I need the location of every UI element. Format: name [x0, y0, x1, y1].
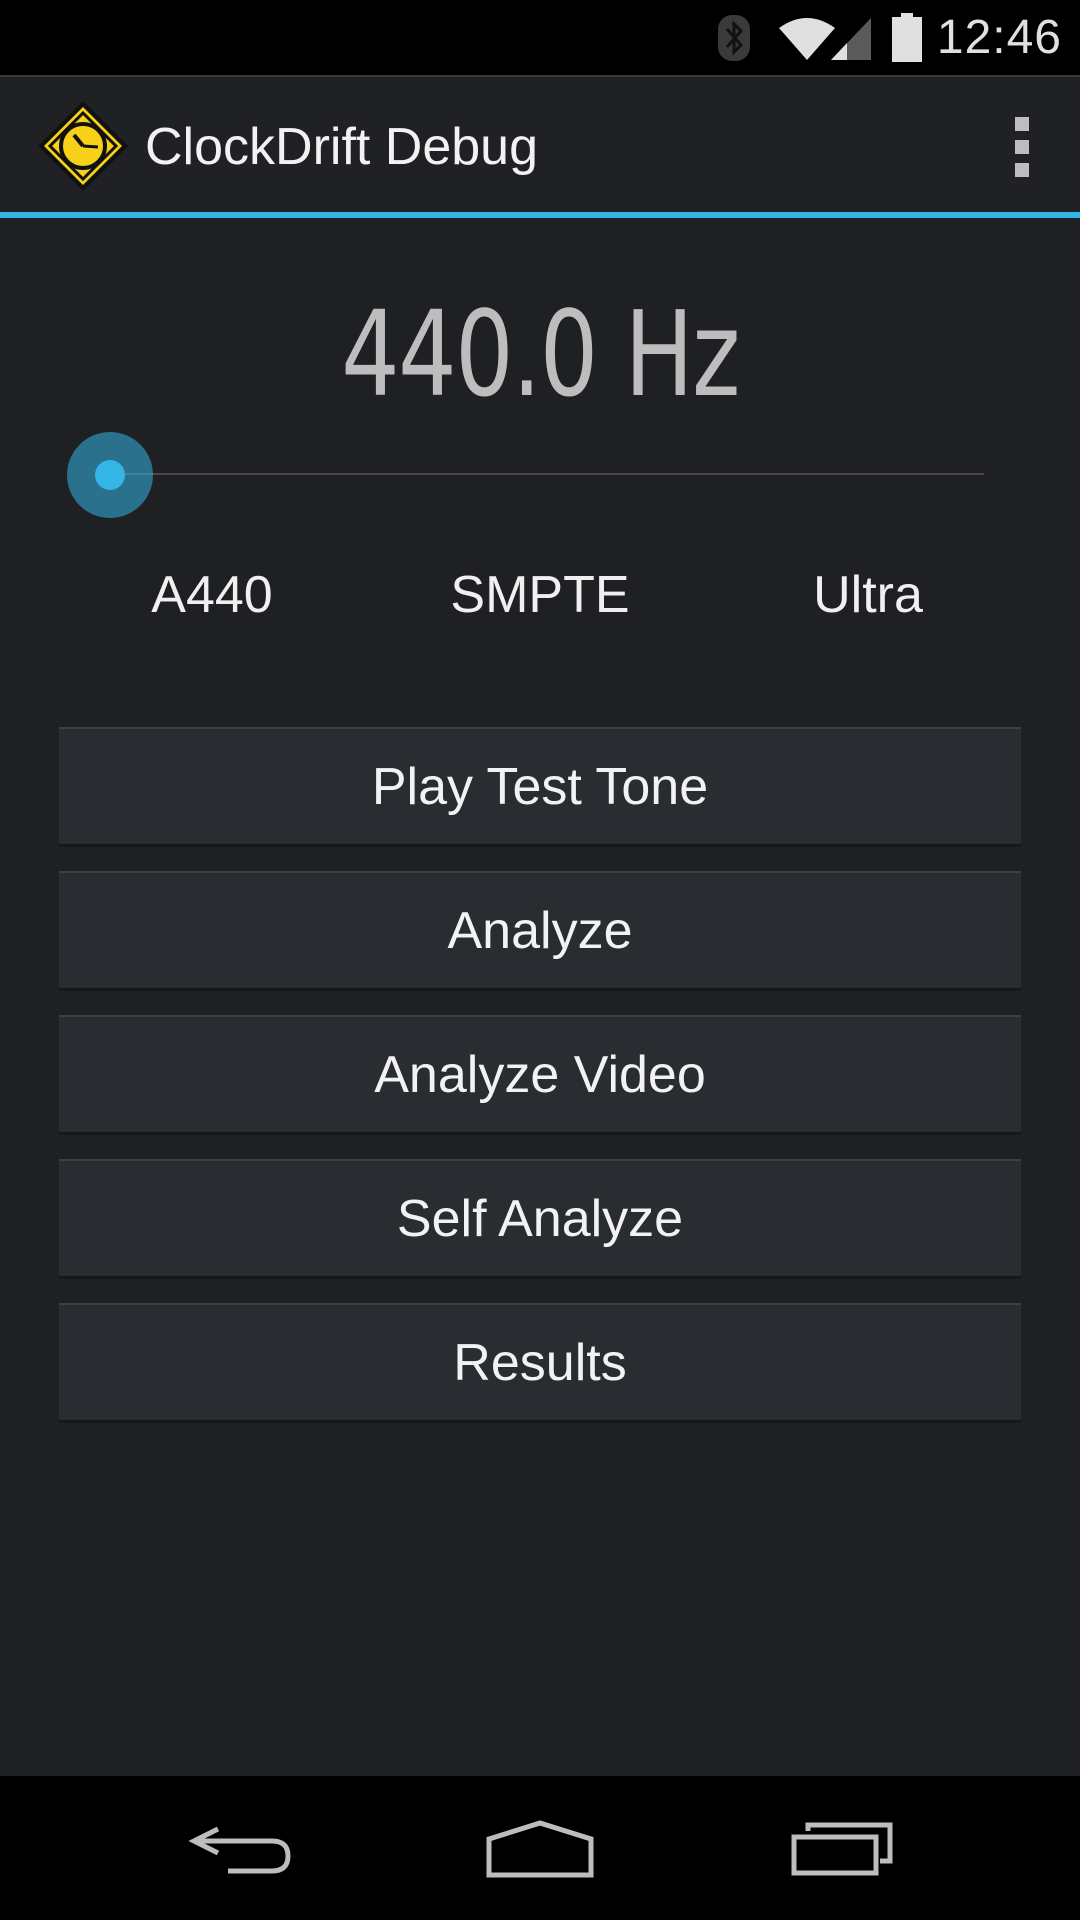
- battery-icon: [891, 12, 923, 63]
- navigation-bar: [0, 1776, 1080, 1920]
- status-clock: 12:46: [936, 11, 1062, 64]
- frequency-slider[interactable]: [67, 432, 984, 518]
- home-icon[interactable]: [460, 1804, 620, 1894]
- back-icon[interactable]: [160, 1804, 320, 1894]
- overflow-menu-icon[interactable]: [1004, 117, 1040, 177]
- bluetooth-icon: [717, 14, 751, 62]
- status-bar: 12:46: [0, 0, 1080, 77]
- app-title: ClockDrift Debug: [145, 118, 539, 176]
- wifi-icon: [777, 14, 837, 62]
- action-bar-accent-line: [0, 212, 1080, 218]
- preset-smpte[interactable]: SMPTE: [390, 565, 690, 625]
- overflow-dot: [1015, 163, 1029, 177]
- overflow-dot: [1015, 140, 1029, 154]
- cell-signal-icon: [829, 14, 873, 62]
- slider-track: [110, 473, 984, 475]
- status-icons: 12:46: [717, 0, 1080, 75]
- preset-ultra[interactable]: Ultra: [718, 565, 1018, 625]
- self-analyze-button[interactable]: Self Analyze: [59, 1159, 1021, 1279]
- play-test-tone-button[interactable]: Play Test Tone: [59, 727, 1021, 847]
- recents-icon[interactable]: [762, 1804, 922, 1894]
- clock-warning-sign-icon[interactable]: [36, 99, 130, 193]
- analyze-video-button[interactable]: Analyze Video: [59, 1015, 1021, 1135]
- analyze-button[interactable]: Analyze: [59, 871, 1021, 991]
- frequency-display: 440.0 Hz: [341, 285, 740, 423]
- slider-thumb[interactable]: [67, 432, 153, 518]
- preset-a440[interactable]: A440: [62, 565, 362, 625]
- action-bar: ClockDrift Debug: [0, 77, 1080, 218]
- preset-row: A440 SMPTE Ultra: [0, 565, 1080, 635]
- results-button[interactable]: Results: [59, 1303, 1021, 1423]
- overflow-dot: [1015, 117, 1029, 131]
